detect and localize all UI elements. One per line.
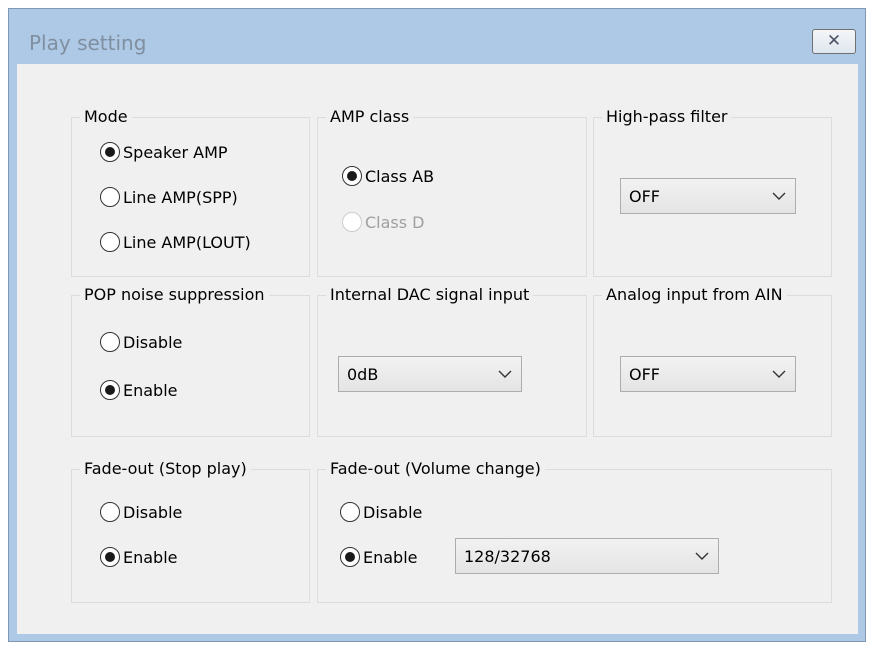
chevron-down-icon — [763, 192, 795, 200]
analog-input-from-ain-group-title: Analog input from AIN — [602, 284, 787, 306]
internal-dac-signal-input-dropdown[interactable]: 0dB — [338, 356, 522, 392]
internal-dac-signal-input-group: Internal DAC signal input 0dB — [317, 284, 587, 437]
radio-checked-icon — [342, 166, 362, 186]
fade-out-volume-change-group-title: Fade-out (Volume change) — [326, 458, 545, 480]
radio-label: Disable — [123, 332, 183, 352]
radio-unchecked-icon — [100, 332, 120, 352]
radio-unchecked-icon — [342, 212, 362, 232]
dialog-client-area: Mode Speaker AMP Line AMP(SPP) Line AMP(… — [17, 64, 858, 634]
fade-out-stop-play-group: Fade-out (Stop play) Disable Enable — [71, 458, 310, 603]
pop-noise-suppression-group: POP noise suppression Disable Enable — [71, 284, 310, 437]
radio-label: Enable — [363, 547, 418, 567]
radio-label: Disable — [123, 502, 183, 522]
radio-label: Enable — [123, 547, 178, 567]
class-d-radio[interactable]: Class D — [342, 212, 425, 232]
radio-label: Class AB — [365, 166, 435, 186]
mode-speaker-amp-radio[interactable]: Speaker AMP — [100, 142, 228, 162]
mode-group: Mode Speaker AMP Line AMP(SPP) Line AMP(… — [71, 106, 310, 277]
dropdown-value: 0dB — [347, 364, 379, 384]
close-icon: ✕ — [826, 31, 842, 51]
dropdown-value: OFF — [629, 364, 660, 384]
radio-unchecked-icon — [340, 502, 360, 522]
amp-class-group-title: AMP class — [326, 106, 414, 128]
fade-out-stop-play-group-title: Fade-out (Stop play) — [80, 458, 251, 480]
radio-checked-icon — [100, 380, 120, 400]
mode-group-title: Mode — [80, 106, 132, 128]
high-pass-filter-group-title: High-pass filter — [602, 106, 732, 128]
radio-label: Speaker AMP — [123, 142, 228, 162]
pop-noise-enable-radio[interactable]: Enable — [100, 380, 178, 400]
fade-volume-step-dropdown[interactable]: 128/32768 — [455, 538, 719, 574]
high-pass-filter-group: High-pass filter OFF — [593, 106, 832, 277]
class-ab-radio[interactable]: Class AB — [342, 166, 434, 186]
close-button[interactable]: ✕ — [812, 29, 856, 54]
radio-checked-icon — [340, 547, 360, 567]
title-bar[interactable]: Play setting ✕ — [9, 9, 865, 63]
radio-label: Line AMP(SPP) — [123, 187, 238, 207]
amp-class-group: AMP class Class AB Class D — [317, 106, 587, 277]
radio-label: Class D — [365, 212, 425, 232]
fade-volume-disable-radio[interactable]: Disable — [340, 502, 422, 522]
radio-unchecked-icon — [100, 187, 120, 207]
mode-line-amp-lout-radio[interactable]: Line AMP(LOUT) — [100, 232, 251, 252]
radio-checked-icon — [100, 547, 120, 567]
window-title: Play setting — [29, 31, 147, 55]
fade-volume-enable-radio[interactable]: Enable — [340, 547, 418, 567]
dropdown-value: 128/32768 — [464, 546, 551, 566]
fade-out-volume-change-group: Fade-out (Volume change) Disable Enable … — [317, 458, 832, 603]
chevron-down-icon — [489, 370, 521, 378]
internal-dac-signal-input-group-title: Internal DAC signal input — [326, 284, 534, 306]
high-pass-filter-dropdown[interactable]: OFF — [620, 178, 796, 214]
chevron-down-icon — [763, 370, 795, 378]
analog-input-from-ain-dropdown[interactable]: OFF — [620, 356, 796, 392]
mode-line-amp-spp-radio[interactable]: Line AMP(SPP) — [100, 187, 238, 207]
radio-unchecked-icon — [100, 502, 120, 522]
play-setting-window: Play setting ✕ Mode Speaker AMP Line AMP… — [8, 8, 866, 642]
radio-checked-icon — [100, 142, 120, 162]
pop-noise-suppression-group-title: POP noise suppression — [80, 284, 269, 306]
dropdown-value: OFF — [629, 186, 660, 206]
radio-label: Disable — [363, 502, 423, 522]
pop-noise-disable-radio[interactable]: Disable — [100, 332, 182, 352]
radio-label: Enable — [123, 380, 178, 400]
chevron-down-icon — [686, 552, 718, 560]
fade-stop-disable-radio[interactable]: Disable — [100, 502, 182, 522]
radio-label: Line AMP(LOUT) — [123, 232, 251, 252]
radio-unchecked-icon — [100, 232, 120, 252]
fade-stop-enable-radio[interactable]: Enable — [100, 547, 178, 567]
analog-input-from-ain-group: Analog input from AIN OFF — [593, 284, 832, 437]
